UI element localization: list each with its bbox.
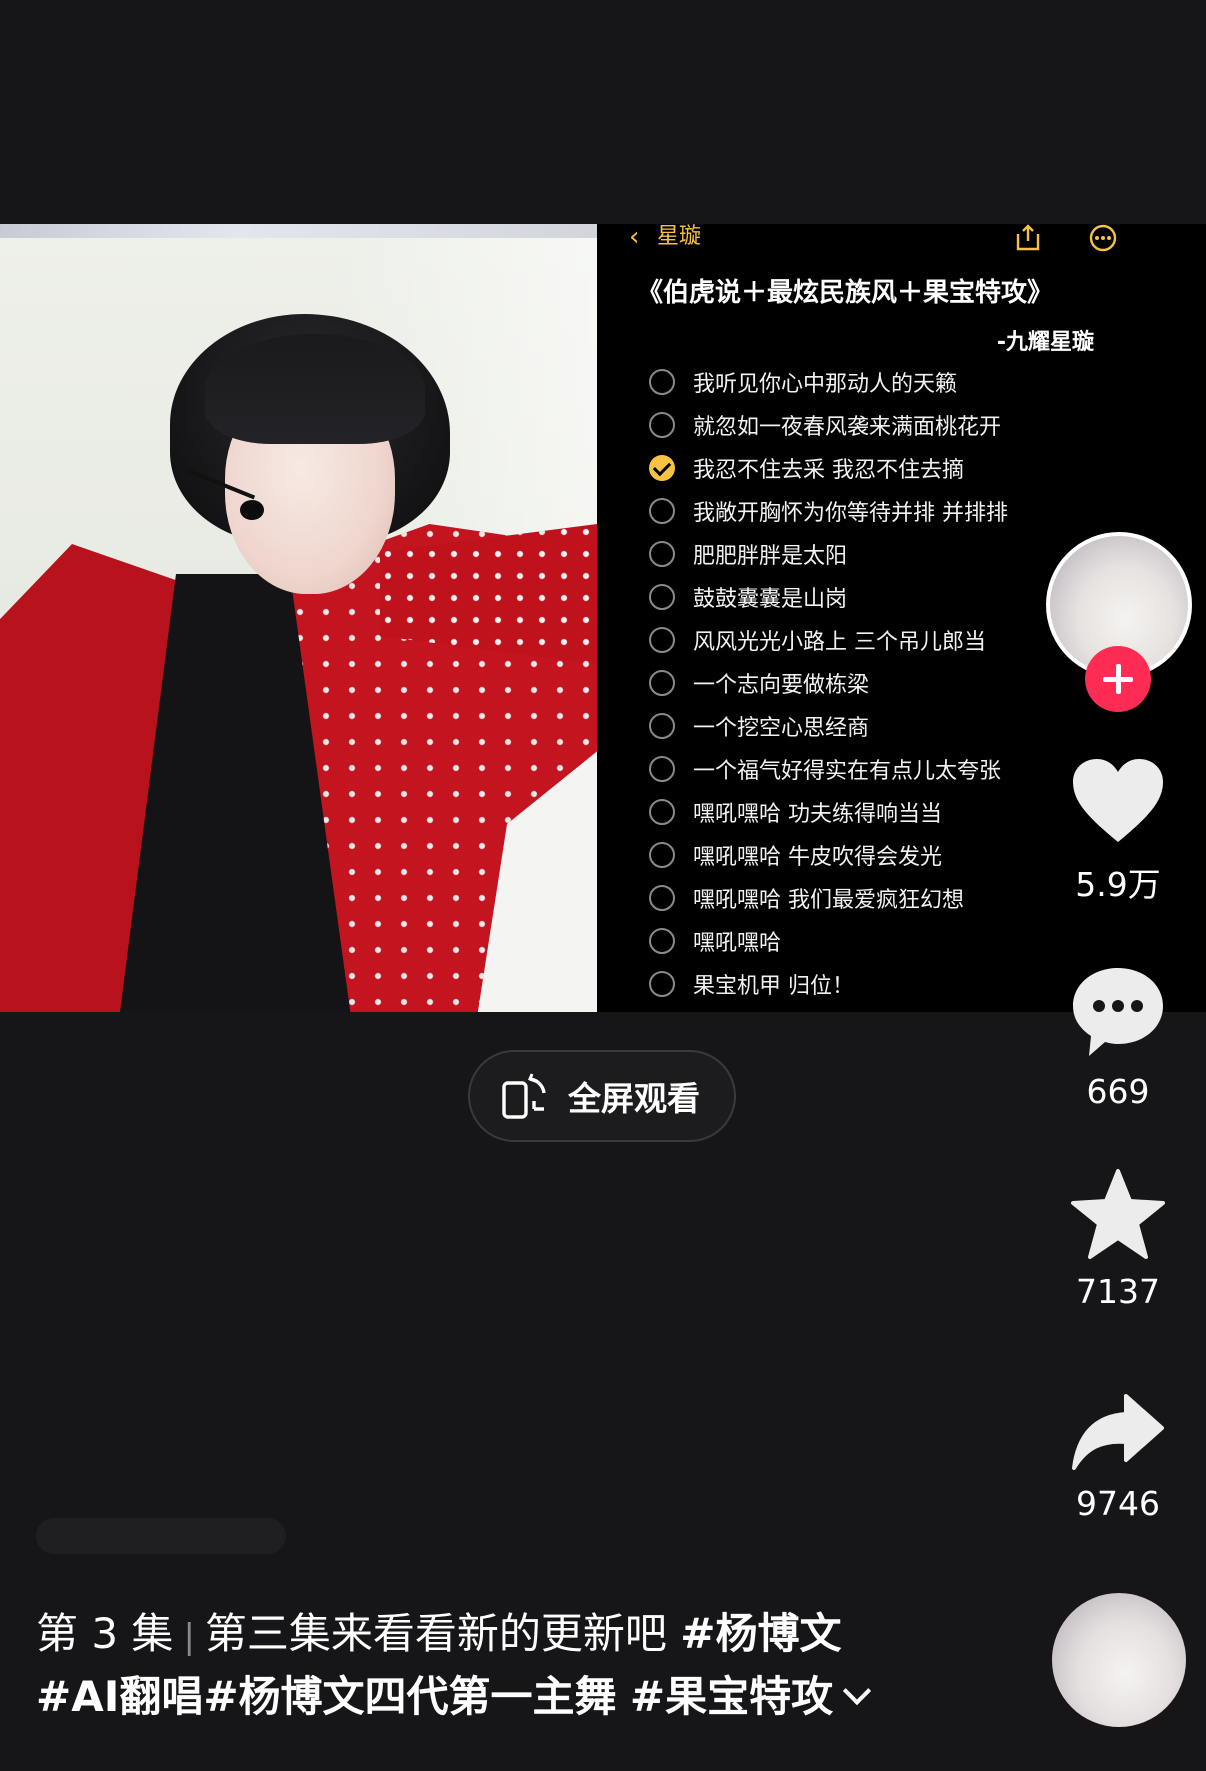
notes-title: 《伯虎说＋最炫民族风＋果宝特攻》 xyxy=(637,278,1054,308)
checklist-item-text: 一个挖空心思经商 xyxy=(693,715,870,741)
checklist-item-text: 我听见你心中那动人的天籁 xyxy=(693,371,958,397)
like-count: 5.9万 xyxy=(1075,865,1161,904)
checklist-item: 肥肥胖胖是太阳 xyxy=(649,532,1008,575)
checklist-item: 嘿吼嘿哈 功夫练得响当当 xyxy=(649,790,1008,833)
checklist-item-text: 嘿吼嘿哈 我们最爱疯狂幻想 xyxy=(693,887,964,913)
checklist-item: 嘿吼嘿哈 牛皮吹得会发光 xyxy=(649,833,1008,876)
star-icon xyxy=(1071,1169,1165,1259)
notes-author: -九耀星璇 xyxy=(996,330,1094,355)
checklist-item: 风风光光小路上 三个吊儿郎当 xyxy=(649,618,1008,661)
checklist-item: 一个挖空心思经商 xyxy=(649,704,1008,747)
unchecked-circle-icon xyxy=(649,669,675,696)
notes-back-label: 星璇 xyxy=(657,224,702,249)
unchecked-circle-icon xyxy=(649,884,675,911)
favorite-button[interactable]: 7137 xyxy=(1060,1168,1176,1311)
video-frame[interactable]: ‹ 星璇 《伯虎说＋最炫民族风＋果宝特攻》 -九耀星璇 我听见你心中那动人的天籁… xyxy=(0,224,1206,1012)
unchecked-circle-icon xyxy=(649,583,675,610)
comment-count: 669 xyxy=(1086,1072,1150,1111)
checklist-item-text: 鼓鼓囊囊是山岗 xyxy=(693,586,848,612)
video-caption[interactable]: 第 3 集 | 第三集来看看新的更新吧 #杨博文 #AI翻唱#杨博文四代第一主舞 #… xyxy=(36,1604,916,1727)
hashtag[interactable]: #杨博文四代第一主舞 xyxy=(203,1672,616,1721)
unchecked-circle-icon xyxy=(649,368,675,395)
checklist-item: 果宝机甲 归位！ xyxy=(649,962,1008,1005)
fullscreen-button[interactable]: 全屏观看 xyxy=(468,1050,736,1142)
comment-button[interactable]: 669 xyxy=(1060,964,1176,1111)
checklist-item-text: 果宝机甲 归位！ xyxy=(693,973,854,999)
checklist-item: 就忽如一夜春风袭来满面桃花开 xyxy=(649,403,1008,446)
unchecked-circle-icon xyxy=(649,497,675,524)
checklist-item: 一个福气好得实在有点儿太夸张 xyxy=(649,747,1008,790)
episode-label: 第 3 集 xyxy=(36,1609,174,1658)
checklist-item-text: 就忽如一夜春风袭来满面桃花开 xyxy=(693,414,1002,440)
checklist-item: 鼓鼓囊囊是山岗 xyxy=(649,575,1008,618)
blurred-author-name xyxy=(36,1518,286,1554)
share-button[interactable]: 9746 xyxy=(1060,1392,1176,1523)
checklist-item: 嘿吼嘿哈 我们最爱疯狂幻想 xyxy=(649,876,1008,919)
hashtag[interactable]: #果宝特攻 xyxy=(630,1672,833,1721)
hashtag[interactable]: #杨博文 xyxy=(680,1609,841,1658)
unchecked-circle-icon xyxy=(649,755,675,782)
music-disc-avatar[interactable] xyxy=(1052,1593,1186,1727)
follow-button[interactable] xyxy=(1085,646,1151,712)
share-icon xyxy=(1016,224,1040,251)
like-button[interactable]: 5.9万 xyxy=(1060,756,1176,906)
lyrics-checklist: 我听见你心中那动人的天籁就忽如一夜春风袭来满面桃花开 我忍不住去采 我忍不住去摘我… xyxy=(649,360,1008,1005)
checklist-item-text: 我忍不住去采 我忍不住去摘 xyxy=(693,457,964,483)
comment-bubble-icon xyxy=(1073,968,1163,1056)
checklist-item-text: 我敞开胸怀为你等待并排 并排排 xyxy=(693,500,1008,526)
hashtag[interactable]: #AI翻唱 xyxy=(36,1672,203,1721)
caption-text: 第三集来看看新的更新吧 xyxy=(204,1609,667,1658)
checked-circle-icon xyxy=(649,454,675,481)
expand-caption-chevron-icon[interactable] xyxy=(842,1676,872,1706)
checklist-item-text: 肥肥胖胖是太阳 xyxy=(693,543,848,569)
checklist-item: 一个志向要做栋梁 xyxy=(649,661,1008,704)
heart-icon xyxy=(1073,759,1163,842)
caption-separator: | xyxy=(183,1617,195,1657)
checklist-item-text: 嘿吼嘿哈 xyxy=(693,930,782,956)
checklist-item: 我听见你心中那动人的天籁 xyxy=(649,360,1008,403)
unchecked-circle-icon xyxy=(649,970,675,997)
fullscreen-label: 全屏观看 xyxy=(568,1079,700,1118)
checklist-item-text: 一个志向要做栋梁 xyxy=(693,672,870,698)
unchecked-circle-icon xyxy=(649,626,675,653)
unchecked-circle-icon xyxy=(649,712,675,739)
unchecked-circle-icon xyxy=(649,841,675,868)
unchecked-circle-icon xyxy=(649,540,675,567)
unchecked-circle-icon xyxy=(649,798,675,825)
notes-topbar: ‹ 星璇 xyxy=(597,224,1206,252)
share-arrow-icon xyxy=(1072,1394,1164,1470)
checklist-item-text: 嘿吼嘿哈 功夫练得响当当 xyxy=(693,801,942,827)
checklist-item-text: 嘿吼嘿哈 牛皮吹得会发光 xyxy=(693,844,942,870)
unchecked-circle-icon xyxy=(649,927,675,954)
checklist-item: 嘿吼嘿哈 xyxy=(649,919,1008,962)
favorite-count: 7137 xyxy=(1076,1272,1160,1311)
back-chevron-icon: ‹ xyxy=(629,224,640,252)
rotate-screen-icon xyxy=(502,1073,546,1119)
share-count: 9746 xyxy=(1076,1484,1160,1523)
more-options-icon xyxy=(1089,224,1117,252)
checklist-item: 我忍不住去采 我忍不住去摘 xyxy=(649,446,1008,489)
checklist-item-text: 一个福气好得实在有点儿太夸张 xyxy=(693,758,1002,784)
checklist-item-text: 风风光光小路上 三个吊儿郎当 xyxy=(693,629,986,655)
unchecked-circle-icon xyxy=(649,411,675,438)
video-photo-panel xyxy=(0,224,597,1012)
checklist-item: 我敞开胸怀为你等待并排 并排排 xyxy=(649,489,1008,532)
